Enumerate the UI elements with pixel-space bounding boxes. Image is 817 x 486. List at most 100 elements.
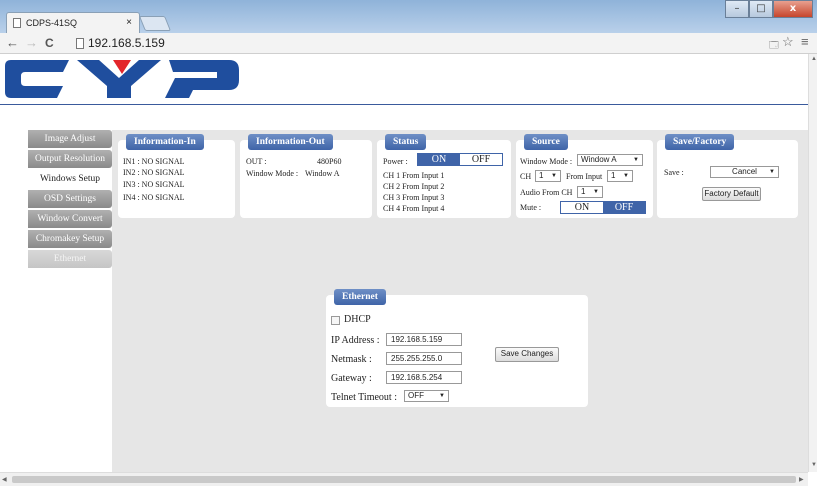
audio-from-ch-select[interactable]: 1 ▼ [577, 186, 603, 198]
chevron-down-icon: ▼ [769, 169, 775, 175]
save-select[interactable]: Cancel ▼ [710, 166, 779, 178]
chevron-down-icon: ▼ [593, 189, 599, 195]
window-mode-value: Window A [305, 169, 340, 178]
info-in-line: IN3 : NO SIGNAL [123, 180, 185, 189]
ip-address-field[interactable]: 192.168.5.159 [386, 333, 462, 346]
panel-title: Source [524, 134, 568, 150]
select-value: Cancel [732, 167, 757, 176]
chevron-down-icon: ▼ [623, 173, 629, 179]
ip-address-label: IP Address : [331, 335, 380, 346]
save-factory-panel: Save/Factory Save : Cancel ▼ Factory Def… [657, 134, 798, 218]
channel-status: CH 3 From Input 3 [383, 193, 445, 202]
status-panel: Status Power : ON OFF CH 1 From Input 1 … [377, 134, 511, 218]
mute-toggle[interactable]: ON OFF [560, 201, 646, 214]
mute-off-button[interactable]: OFF [603, 202, 645, 213]
sidebar-item-osd-settings[interactable]: OSD Settings [28, 190, 112, 208]
browser-tab[interactable]: CDPS-41SQ × [6, 12, 140, 33]
scroll-down-icon[interactable]: ▼ [811, 462, 817, 468]
gateway-field[interactable]: 192.168.5.254 [386, 371, 462, 384]
select-value: Window A [581, 155, 617, 164]
ch-label: CH [520, 172, 532, 181]
chevron-down-icon: ▼ [551, 173, 557, 179]
minimize-button[interactable]: – [725, 0, 749, 18]
back-icon[interactable]: ← [6, 35, 19, 50]
window-mode-label: Window Mode : [246, 169, 299, 178]
power-on-button[interactable]: ON [418, 154, 460, 165]
from-input-select[interactable]: 1 ▼ [607, 170, 633, 182]
audio-from-ch-label: Audio From CH [520, 188, 573, 197]
dhcp-checkbox[interactable] [331, 316, 340, 325]
dhcp-label: DHCP [344, 314, 371, 325]
channel-status: CH 4 From Input 4 [383, 204, 445, 213]
power-label: Power : [383, 157, 408, 166]
panel-title: Status [385, 134, 427, 150]
tab-close-icon[interactable]: × [126, 17, 132, 28]
netmask-label: Netmask : [331, 354, 372, 365]
translate-icon[interactable]: 🗔 [769, 38, 779, 54]
sidebar: Image Adjust Output Resolution Windows S… [28, 130, 112, 270]
out-label: OUT : [246, 157, 267, 166]
select-value: 1 [611, 171, 616, 180]
source-panel: Source Window Mode : Window A ▼ CH 1 ▼ F… [516, 134, 653, 218]
tab-title: CDPS-41SQ [26, 18, 78, 28]
mute-on-button[interactable]: ON [561, 202, 603, 213]
info-out-panel: Information-Out OUT : 480P60 Window Mode… [240, 134, 372, 218]
chevron-down-icon: ▼ [633, 157, 639, 163]
power-off-button[interactable]: OFF [460, 154, 502, 165]
from-input-label: From Input [566, 172, 603, 181]
cyp-logo [5, 60, 239, 98]
netmask-field[interactable]: 255.255.255.0 [386, 352, 462, 365]
address-bar[interactable]: 192.168.5.159 [88, 36, 165, 50]
mute-label: Mute : [520, 203, 542, 212]
ch-select[interactable]: 1 ▼ [535, 170, 561, 182]
telnet-timeout-select[interactable]: OFF ▼ [404, 390, 449, 402]
page-icon [13, 18, 21, 28]
sidebar-item-chromakey-setup[interactable]: Chromakey Setup [28, 230, 112, 248]
info-in-panel: Information-In IN1 : NO SIGNAL IN2 : NO … [118, 134, 235, 218]
save-changes-button[interactable]: Save Changes [495, 347, 559, 362]
browser-toolbar: ← → C 192.168.5.159 🗔 ☆ ≡ [0, 33, 817, 54]
window-controls: – □ x [725, 0, 813, 18]
info-in-line: IN4 : NO SIGNAL [123, 193, 185, 202]
panel-title: Information-In [126, 134, 204, 150]
power-toggle[interactable]: ON OFF [417, 153, 503, 166]
close-window-button[interactable]: x [773, 0, 813, 18]
telnet-timeout-label: Telnet Timeout : [331, 392, 397, 403]
sidebar-item-image-adjust[interactable]: Image Adjust [28, 130, 112, 148]
info-in-line: IN1 : NO SIGNAL [123, 157, 185, 166]
panel-title: Information-Out [248, 134, 333, 150]
new-tab-button[interactable] [138, 16, 172, 31]
reload-icon[interactable]: C [45, 36, 54, 50]
select-value: 1 [581, 187, 586, 196]
bookmark-star-icon[interactable]: ☆ [782, 34, 794, 50]
horizontal-scrollbar[interactable]: ◀ ▶ [0, 472, 808, 486]
browser-titlebar: CDPS-41SQ × – □ x [0, 0, 817, 33]
sidebar-item-window-convert[interactable]: Window Convert [28, 210, 112, 228]
scroll-left-icon[interactable]: ◀ [2, 476, 7, 483]
sidebar-item-output-resolution[interactable]: Output Resolution [28, 150, 112, 168]
chevron-down-icon: ▼ [439, 393, 445, 399]
scroll-right-icon[interactable]: ▶ [799, 476, 804, 483]
factory-default-button[interactable]: Factory Default [702, 187, 761, 201]
sidebar-item-ethernet[interactable]: Ethernet [28, 250, 112, 268]
window-mode-label: Window Mode : [520, 157, 573, 166]
out-value: 480P60 [317, 157, 342, 166]
scrollbar-thumb[interactable] [12, 476, 796, 483]
menu-icon[interactable]: ≡ [801, 34, 809, 49]
scroll-up-icon[interactable]: ▲ [811, 56, 817, 62]
window-mode-select[interactable]: Window A ▼ [577, 154, 643, 166]
gateway-label: Gateway : [331, 373, 372, 384]
channel-status: CH 1 From Input 1 [383, 171, 445, 180]
info-in-line: IN2 : NO SIGNAL [123, 168, 185, 177]
vertical-scrollbar[interactable]: ▲ ▼ [808, 54, 817, 472]
forward-icon[interactable]: → [25, 35, 38, 50]
header-divider [0, 104, 808, 105]
select-value: OFF [408, 391, 424, 400]
sidebar-item-windows-setup[interactable]: Windows Setup [28, 170, 112, 188]
ethernet-panel: Ethernet DHCP IP Address : 192.168.5.159… [326, 289, 588, 407]
channel-status: CH 2 From Input 2 [383, 182, 445, 191]
select-value: 1 [539, 171, 544, 180]
panel-title: Save/Factory [665, 134, 735, 150]
maximize-button[interactable]: □ [749, 0, 773, 18]
panel-title: Ethernet [334, 289, 386, 305]
